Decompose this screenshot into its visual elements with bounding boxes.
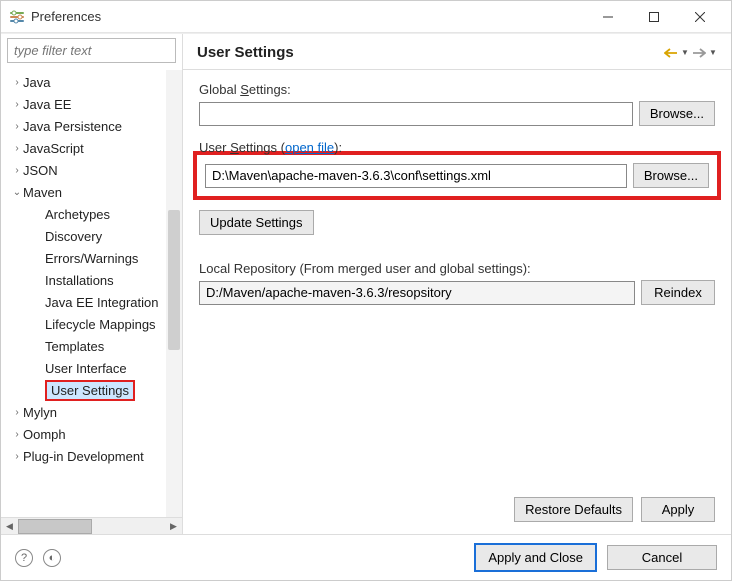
tree-item-lifecycle-mappings[interactable]: Lifecycle Mappings [1, 313, 182, 335]
global-settings-row: Browse... [199, 101, 715, 126]
update-settings-button[interactable]: Update Settings [199, 210, 314, 235]
content-body: Global Settings: Browse... User Settings… [183, 70, 731, 489]
nav-forward-menu[interactable]: ▼ [709, 48, 717, 57]
tree-arrow-icon[interactable]: › [11, 143, 23, 154]
tree-item-label: Errors/Warnings [45, 251, 138, 266]
tree-item-archetypes[interactable]: Archetypes [1, 203, 182, 225]
tree-item-label: Oomph [23, 427, 66, 442]
local-repo-row: Reindex [199, 280, 715, 305]
tree-item-errors-warnings[interactable]: Errors/Warnings [1, 247, 182, 269]
tree-arrow-icon[interactable]: › [11, 121, 23, 132]
dialog-footer: ? ◐ Apply and Close Cancel [1, 534, 731, 580]
help-icon[interactable]: ? [15, 549, 33, 567]
tree-arrow-icon[interactable]: ⌄ [11, 187, 23, 198]
tree-item-label: Java Persistence [23, 119, 122, 134]
user-settings-row: Browse... [205, 163, 709, 188]
scroll-thumb[interactable] [18, 519, 92, 534]
tree-item-user-interface[interactable]: User Interface [1, 357, 182, 379]
preferences-icon [9, 9, 25, 25]
user-settings-input[interactable] [205, 164, 627, 188]
minimize-button[interactable] [585, 1, 631, 33]
tree-item-label: JavaScript [23, 141, 84, 156]
tree-item-label: User Interface [45, 361, 127, 376]
cancel-button[interactable]: Cancel [607, 545, 717, 570]
tree-arrow-icon[interactable]: › [11, 451, 23, 462]
tree-item-label: Lifecycle Mappings [45, 317, 156, 332]
tree-item-label: Java [23, 75, 50, 90]
tree-item-label: JSON [23, 163, 58, 178]
tree-item-label: Discovery [45, 229, 102, 244]
tree-arrow-icon[interactable]: › [11, 77, 23, 88]
content-pane: User Settings ▼ ▼ Global Settings: Brows… [183, 34, 731, 534]
tree-item-maven[interactable]: ⌄Maven [1, 181, 182, 203]
tree-item-java-ee-integration[interactable]: Java EE Integration [1, 291, 182, 313]
tree-item-java-ee[interactable]: ›Java EE [1, 93, 182, 115]
filter-container [7, 38, 176, 63]
tree-item-label: Java EE [23, 97, 71, 112]
tree-item-label: Installations [45, 273, 114, 288]
scroll-right-button[interactable]: ▶ [165, 518, 182, 535]
tree-item-javascript[interactable]: ›JavaScript [1, 137, 182, 159]
tree-item-plug-in-development[interactable]: ›Plug-in Development [1, 445, 182, 467]
local-repo-input [199, 281, 635, 305]
titlebar: Preferences [1, 1, 731, 33]
tree-item-label: Archetypes [45, 207, 110, 222]
content-header: User Settings ▼ ▼ [183, 34, 731, 70]
sidebar-scrollbar-vertical[interactable] [166, 70, 182, 517]
tree-item-label: Mylyn [23, 405, 57, 420]
tree-arrow-icon[interactable]: › [11, 165, 23, 176]
scrollbar-thumb[interactable] [168, 210, 180, 350]
local-repo-label: Local Repository (From merged user and g… [199, 261, 715, 276]
filter-input[interactable] [7, 38, 176, 63]
nav-back-menu[interactable]: ▼ [681, 48, 689, 57]
scroll-left-button[interactable]: ◀ [1, 518, 18, 535]
tree-arrow-icon[interactable]: › [11, 407, 23, 418]
user-browse-button[interactable]: Browse... [633, 163, 709, 188]
tree-item-json[interactable]: ›JSON [1, 159, 182, 181]
tree-arrow-icon[interactable]: › [11, 99, 23, 110]
main-area: ›Java›Java EE›Java Persistence›JavaScrip… [1, 33, 731, 534]
apply-button[interactable]: Apply [641, 497, 715, 522]
tree-item-label: User Settings [45, 380, 135, 401]
open-file-link[interactable]: open file [285, 140, 334, 155]
tree-item-installations[interactable]: Installations [1, 269, 182, 291]
reindex-button[interactable]: Reindex [641, 280, 715, 305]
tree-item-java-persistence[interactable]: ›Java Persistence [1, 115, 182, 137]
sidebar-scrollbar-horizontal[interactable]: ◀ ▶ [1, 517, 182, 534]
tree-item-label: Templates [45, 339, 104, 354]
tree-item-java[interactable]: ›Java [1, 71, 182, 93]
apply-and-close-button[interactable]: Apply and Close [474, 543, 597, 572]
tree-item-discovery[interactable]: Discovery [1, 225, 182, 247]
tree-item-templates[interactable]: Templates [1, 335, 182, 357]
scroll-track[interactable] [18, 518, 165, 535]
tree-item-label: Maven [23, 185, 62, 200]
global-settings-label: Global Settings: [199, 82, 715, 97]
nav-history: ▼ ▼ [663, 45, 717, 61]
nav-forward-button[interactable] [691, 45, 707, 61]
tree-item-user-settings[interactable]: User Settings [1, 379, 182, 401]
import-export-icon[interactable]: ◐ [43, 549, 61, 567]
restore-defaults-button[interactable]: Restore Defaults [514, 497, 633, 522]
tree-arrow-icon[interactable]: › [11, 429, 23, 440]
user-settings-highlight: Browse... [193, 151, 721, 200]
page-title: User Settings [197, 44, 663, 61]
tree-item-oomph[interactable]: ›Oomph [1, 423, 182, 445]
window-title: Preferences [31, 9, 585, 24]
preferences-tree[interactable]: ›Java›Java EE›Java Persistence›JavaScrip… [1, 69, 182, 517]
tree-item-label: Java EE Integration [45, 295, 158, 310]
global-browse-button[interactable]: Browse... [639, 101, 715, 126]
maximize-button[interactable] [631, 1, 677, 33]
nav-back-button[interactable] [663, 45, 679, 61]
sidebar: ›Java›Java EE›Java Persistence›JavaScrip… [1, 34, 183, 534]
tree-item-mylyn[interactable]: ›Mylyn [1, 401, 182, 423]
tree-item-label: Plug-in Development [23, 449, 144, 464]
global-settings-input[interactable] [199, 102, 633, 126]
page-buttons: Restore Defaults Apply [183, 489, 731, 534]
close-button[interactable] [677, 1, 723, 33]
